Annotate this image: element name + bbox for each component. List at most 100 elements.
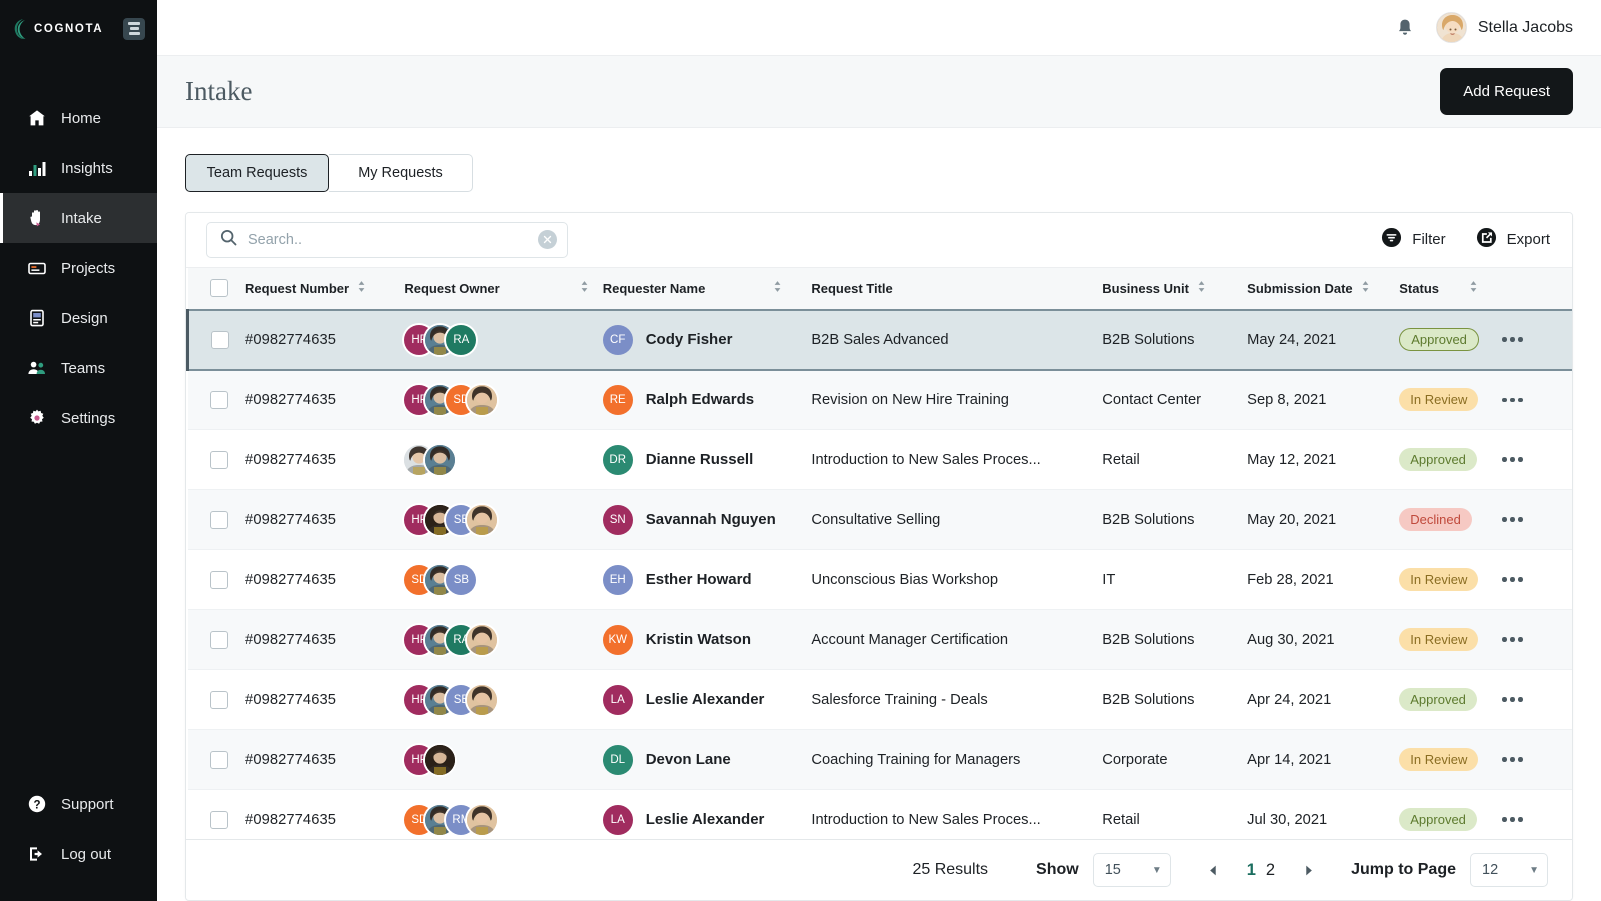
clear-search-icon[interactable] <box>538 230 557 249</box>
sort-icon[interactable] <box>580 280 589 296</box>
row-checkbox[interactable] <box>210 811 228 829</box>
cell-submission-date: Apr 24, 2021 <box>1247 670 1399 730</box>
sort-icon[interactable] <box>773 280 782 296</box>
row-checkbox[interactable] <box>210 751 228 769</box>
column-request-title[interactable]: Request Title <box>811 268 1102 310</box>
table-row[interactable]: #0982774635 HP SB LA Leslie Alexander Sa… <box>188 670 1573 730</box>
row-menu-icon[interactable] <box>1502 577 1572 582</box>
sort-icon[interactable] <box>357 280 366 296</box>
table-scroll-area[interactable]: Request Number Request Owner Requester N… <box>186 268 1572 839</box>
requester-name-value: Devon Lane <box>646 751 731 768</box>
column-requester-name[interactable]: Requester Name <box>603 268 812 310</box>
column-business-unit[interactable]: Business Unit <box>1102 268 1247 310</box>
owner-avatar[interactable] <box>425 745 455 775</box>
owner-avatar[interactable] <box>467 805 497 835</box>
owner-avatar[interactable] <box>425 445 455 475</box>
sidebar-item-settings[interactable]: Settings <box>0 393 157 443</box>
status-badge: Declined <box>1399 508 1472 531</box>
sidebar-item-projects[interactable]: Projects <box>0 243 157 293</box>
request-title-value: Coaching Training for Managers <box>811 752 1020 768</box>
sidebar-item-insights[interactable]: Insights <box>0 143 157 193</box>
sort-icon[interactable] <box>1469 280 1478 296</box>
table-row[interactable]: #0982774635 HP SD RE Ralph Edwards Revis… <box>188 370 1573 430</box>
table-row[interactable]: #0982774635 DR Dianne Russell Introducti… <box>188 430 1573 490</box>
requester: DR Dianne Russell <box>603 445 812 475</box>
search-input[interactable] <box>248 232 528 248</box>
requests-card: Filter Export <box>185 212 1573 901</box>
bell-icon[interactable] <box>1394 17 1416 39</box>
cell-status: In Review <box>1399 550 1502 610</box>
sidebar-item-home[interactable]: Home <box>0 93 157 143</box>
tab-my-requests[interactable]: My Requests <box>329 154 473 192</box>
sort-icon[interactable] <box>1197 280 1206 296</box>
column-request-number[interactable]: Request Number <box>245 268 404 310</box>
page-2-button[interactable]: 2 <box>1266 861 1275 880</box>
owner-avatar[interactable] <box>467 505 497 535</box>
question-circle-icon: ? <box>27 794 47 814</box>
prev-page-button[interactable] <box>1197 853 1231 887</box>
table-row[interactable]: #0982774635 SD SB EH Esther Howard Uncon… <box>188 550 1573 610</box>
owner-avatar[interactable] <box>467 625 497 655</box>
row-menu-icon[interactable] <box>1502 817 1572 822</box>
table-row[interactable]: #0982774635 HP RA CF Cody Fisher B2B Sal… <box>188 310 1573 370</box>
row-checkbox[interactable] <box>211 331 229 349</box>
filter-button[interactable]: Filter <box>1381 227 1445 252</box>
export-button[interactable]: Export <box>1476 227 1550 252</box>
cell-submission-date: Aug 30, 2021 <box>1247 610 1399 670</box>
row-menu-icon[interactable] <box>1502 517 1572 522</box>
sidebar-item-support[interactable]: ? Support <box>0 779 157 829</box>
sidebar-item-intake[interactable]: Intake <box>0 193 157 243</box>
sidebar-item-logout[interactable]: Log out <box>0 829 157 879</box>
tab-team-requests[interactable]: Team Requests <box>185 154 329 192</box>
row-checkbox[interactable] <box>210 451 228 469</box>
request-number-value: #0982774635 <box>245 572 336 588</box>
row-select-cell <box>188 610 246 670</box>
sidebar-item-teams[interactable]: Teams <box>0 343 157 393</box>
table-row[interactable]: #0982774635 HP RA KW Kristin Watson Acco… <box>188 610 1573 670</box>
select-all-checkbox[interactable] <box>210 279 228 297</box>
jump-to-page-select[interactable]: 12 ▼ <box>1470 853 1548 887</box>
sort-icon[interactable] <box>1361 280 1370 296</box>
row-menu-icon[interactable] <box>1502 457 1572 462</box>
requester-name-value: Esther Howard <box>646 571 752 588</box>
request-title-value: Introduction to New Sales Proces... <box>811 812 1040 828</box>
cell-requester-name: DL Devon Lane <box>603 730 812 790</box>
row-checkbox[interactable] <box>210 511 228 529</box>
owner-avatar[interactable]: RA <box>446 325 476 355</box>
cell-request-number: #0982774635 <box>245 550 404 610</box>
chevron-down-icon: ▼ <box>1529 865 1539 876</box>
add-request-button[interactable]: Add Request <box>1440 68 1573 115</box>
column-status[interactable]: Status <box>1399 268 1502 310</box>
row-checkbox[interactable] <box>210 571 228 589</box>
row-menu-icon[interactable] <box>1502 697 1572 702</box>
sidebar-item-design[interactable]: Design <box>0 293 157 343</box>
column-request-owner[interactable]: Request Owner <box>404 268 602 310</box>
row-menu-icon[interactable] <box>1502 757 1572 762</box>
user-menu[interactable]: Stella Jacobs <box>1436 12 1573 43</box>
jump-to-page-label: Jump to Page <box>1351 861 1456 879</box>
row-checkbox[interactable] <box>210 391 228 409</box>
row-checkbox[interactable] <box>210 631 228 649</box>
column-submission-date[interactable]: Submission Date <box>1247 268 1399 310</box>
owner-avatar-group: HP RA <box>404 625 602 655</box>
row-menu-icon[interactable] <box>1502 398 1572 403</box>
owner-avatar[interactable] <box>467 385 497 415</box>
table-row[interactable]: #0982774635 SD RM LA Leslie Alexander In… <box>188 790 1573 839</box>
row-menu-icon[interactable] <box>1502 337 1572 342</box>
row-select-cell <box>188 310 246 370</box>
owner-avatar[interactable]: SB <box>446 565 476 595</box>
page-1-button[interactable]: 1 <box>1247 861 1256 880</box>
owner-avatar[interactable] <box>467 685 497 715</box>
column-label: Requester Name <box>603 281 706 296</box>
requester-avatar: EH <box>603 565 633 595</box>
page-size-select[interactable]: 15 ▼ <box>1093 853 1171 887</box>
next-page-button[interactable] <box>1291 853 1325 887</box>
row-menu-icon[interactable] <box>1502 637 1572 642</box>
panel-collapse-icon[interactable] <box>123 18 145 40</box>
search-box[interactable] <box>206 222 568 258</box>
table-row[interactable]: #0982774635 HP SB SN Savannah Nguyen Con… <box>188 490 1573 550</box>
table-row[interactable]: #0982774635 HP DL Devon Lane Coaching Tr… <box>188 730 1573 790</box>
cell-request-title: Consultative Selling <box>811 490 1102 550</box>
row-checkbox[interactable] <box>210 691 228 709</box>
business-unit-value: Retail <box>1102 812 1140 828</box>
